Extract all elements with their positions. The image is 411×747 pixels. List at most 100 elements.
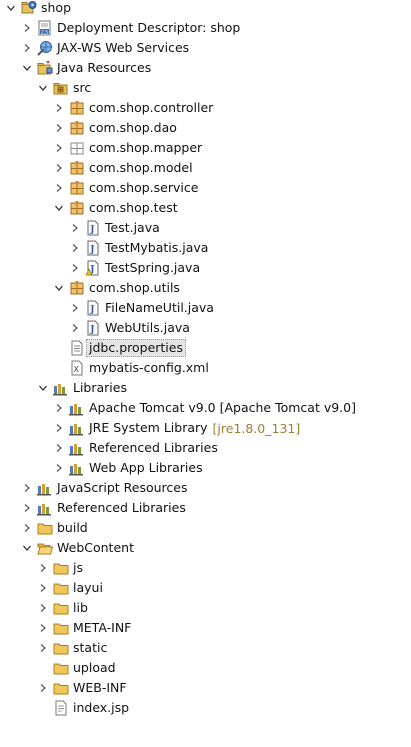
xml-file-icon: X [69, 360, 85, 376]
tree-node-file-testmybatis-java[interactable]: J TestMybatis.java [0, 238, 411, 258]
tree-node-folder-web-inf[interactable]: WEB-INF [0, 678, 411, 698]
tree-node-lib-web-app[interactable]: Web App Libraries [0, 458, 411, 478]
tree-node-jax-ws-web-services[interactable]: JAX-WS Web Services [0, 38, 411, 58]
expand-chevron-icon[interactable] [53, 418, 65, 438]
tree-node-package-mapper[interactable]: com.shop.mapper [0, 138, 411, 158]
tree-node-folder-meta-inf[interactable]: META-INF [0, 618, 411, 638]
tree-node-file-webutils-java[interactable]: J WebUtils.java [0, 318, 411, 338]
expand-chevron-icon[interactable] [53, 398, 65, 418]
tree-node-label: build [57, 520, 88, 535]
tree-node-package-test[interactable]: com.shop.test [0, 198, 411, 218]
project-icon [21, 0, 37, 16]
tree-node-project-shop[interactable]: shop [0, 0, 411, 18]
expand-chevron-icon[interactable] [53, 158, 65, 178]
expand-chevron-icon[interactable] [21, 38, 33, 58]
library-icon [69, 400, 85, 416]
expand-chevron-icon[interactable] [21, 478, 33, 498]
tree-node-deployment-descriptor[interactable]: 2.5 Deployment Descriptor: shop [0, 18, 411, 38]
tree-node-folder-static[interactable]: static [0, 638, 411, 658]
expand-chevron-icon[interactable] [53, 138, 65, 158]
expand-chevron-icon[interactable] [21, 498, 33, 518]
expand-chevron-icon[interactable] [21, 18, 33, 38]
java-file-icon: J [85, 220, 101, 236]
library-icon [37, 500, 53, 516]
collapse-chevron-icon[interactable] [21, 58, 33, 78]
expand-chevron-icon[interactable] [53, 458, 65, 478]
collapse-chevron-icon[interactable] [37, 378, 49, 398]
tree-node-package-controller[interactable]: com.shop.controller [0, 98, 411, 118]
tree-node-label: com.shop.test [89, 200, 178, 215]
tree-node-label: com.shop.dao [89, 120, 177, 135]
package-icon [69, 100, 85, 116]
expand-chevron-icon[interactable] [53, 438, 65, 458]
tree-node-java-resources[interactable]: Java Resources [0, 58, 411, 78]
tree-node-package-model[interactable]: com.shop.model [0, 158, 411, 178]
tree-node-label: Libraries [73, 380, 127, 395]
tree-node-folder-js[interactable]: js [0, 558, 411, 578]
expand-chevron-icon[interactable] [37, 598, 49, 618]
collapse-chevron-icon[interactable] [21, 538, 33, 558]
tree-node-package-service[interactable]: com.shop.service [0, 178, 411, 198]
tree-node-package-dao[interactable]: com.shop.dao [0, 118, 411, 138]
tree-node-package-utils[interactable]: com.shop.utils [0, 278, 411, 298]
expand-chevron-icon[interactable] [69, 298, 81, 318]
package-icon [69, 180, 85, 196]
collapse-chevron-icon[interactable] [37, 78, 49, 98]
tree-node-referenced-libraries[interactable]: Referenced Libraries [0, 498, 411, 518]
expand-chevron-icon[interactable] [69, 218, 81, 238]
expand-chevron-icon[interactable] [37, 578, 49, 598]
tree-node-lib-referenced[interactable]: Referenced Libraries [0, 438, 411, 458]
tree-node-file-index-jsp[interactable]: index.jsp [0, 698, 411, 718]
expand-chevron-icon[interactable] [37, 678, 49, 698]
tree-node-file-testspring-java[interactable]: J TestSpring.java [0, 258, 411, 278]
expand-chevron-icon[interactable] [69, 238, 81, 258]
tree-node-label: index.jsp [73, 700, 130, 715]
tree-node-folder-build[interactable]: build [0, 518, 411, 538]
collapse-chevron-icon[interactable] [53, 198, 65, 218]
tree-node-folder-layui[interactable]: layui [0, 578, 411, 598]
svg-text:J: J [89, 225, 94, 235]
tree-node-label: com.shop.mapper [89, 140, 203, 155]
tree-node-folder-upload[interactable]: upload [0, 658, 411, 678]
tree-node-lib-jre-system[interactable]: JRE System Library [jre1.8.0_131] [0, 418, 411, 438]
java-resources-icon [37, 60, 53, 76]
tree-node-label: com.shop.service [89, 180, 199, 195]
tree-node-src-folder[interactable]: src [0, 78, 411, 98]
expand-chevron-icon[interactable] [37, 618, 49, 638]
tree-node-javascript-resources[interactable]: JavaScript Resources [0, 478, 411, 498]
tree-node-label: JAX-WS Web Services [57, 40, 190, 55]
tree-node-file-mybatis-config-xml[interactable]: Xmybatis-config.xml [0, 358, 411, 378]
expand-chevron-icon[interactable] [53, 178, 65, 198]
collapse-chevron-icon[interactable] [53, 278, 65, 298]
expand-chevron-icon[interactable] [53, 118, 65, 138]
tree-node-label: upload [73, 660, 116, 675]
package-icon [69, 120, 85, 136]
expand-chevron-icon[interactable] [37, 638, 49, 658]
tree-node-folder-webcontent[interactable]: WebContent [0, 538, 411, 558]
tree-node-libraries[interactable]: Libraries [0, 378, 411, 398]
java-file-icon: J [85, 240, 101, 256]
tree-node-file-filenameutil-java[interactable]: J FileNameUtil.java [0, 298, 411, 318]
folder-icon [53, 660, 69, 676]
tree-node-label: WebUtils.java [105, 320, 190, 335]
tree-node-file-jdbc-properties[interactable]: jdbc.properties [0, 338, 411, 358]
expand-chevron-icon[interactable] [53, 98, 65, 118]
java-file-icon: J [85, 320, 101, 336]
tree-node-lib-apache-tomcat[interactable]: Apache Tomcat v9.0 [Apache Tomcat v9.0] [0, 398, 411, 418]
expand-chevron-icon[interactable] [69, 318, 81, 338]
tree-node-folder-lib[interactable]: lib [0, 598, 411, 618]
tree-node-label: FileNameUtil.java [105, 300, 214, 315]
tree-node-label: JavaScript Resources [57, 480, 188, 495]
folder-icon [53, 560, 69, 576]
collapse-chevron-icon[interactable] [5, 0, 17, 18]
expand-chevron-icon[interactable] [69, 258, 81, 278]
expand-chevron-icon[interactable] [37, 558, 49, 578]
expand-chevron-icon[interactable] [21, 518, 33, 538]
library-icon [69, 420, 85, 436]
tree-node-label: TestMybatis.java [105, 240, 209, 255]
libraries-icon [53, 380, 69, 396]
tree-node-label: shop [41, 0, 72, 15]
tree-node-file-test-java[interactable]: J Test.java [0, 218, 411, 238]
